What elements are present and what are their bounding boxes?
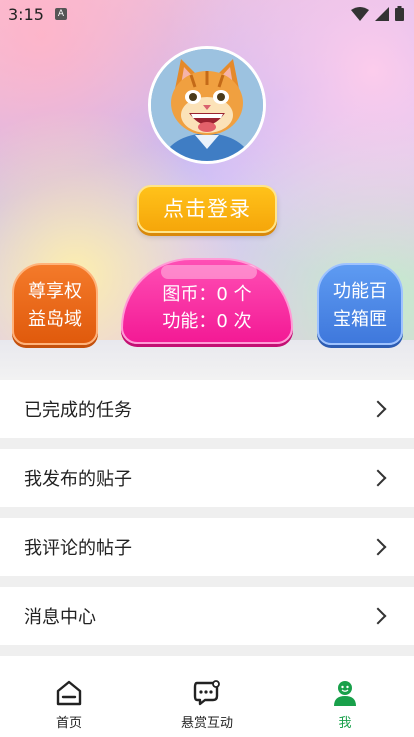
toolbox-line2: 宝箱匣 [333,309,387,330]
home-icon [56,680,82,706]
dome-highlight [161,265,257,279]
chevron-right-icon [369,607,387,625]
toolbox-line1: 功能百 [333,281,387,302]
menu-item-messages[interactable]: 消息中心 [0,587,414,645]
tab-home-label: 首页 [55,716,82,731]
user-icon [334,681,356,706]
login-button[interactable]: 点击登录 [137,185,277,233]
privilege-island-button[interactable]: 尊享权 益岛域 [12,263,98,345]
toolbox-button[interactable]: 功能百 宝箱匣 [317,263,403,345]
tab-reward-label: 悬赏互动 [180,716,233,731]
menu-item-my-comments[interactable]: 我评论的帖子 [0,518,414,576]
wifi-icon [351,6,369,21]
status-time: 3:15 [8,5,44,24]
tab-home[interactable]: 首页 [19,680,119,731]
chevron-right-icon [369,469,387,487]
bottom-tab-bar: 首页 悬赏互动 我 [0,672,414,737]
signal-icon [375,6,389,21]
tab-me[interactable]: 我 [295,680,395,731]
menu-item-completed-tasks[interactable]: 已完成的任务 [0,380,414,438]
notification-icon: A [55,8,67,20]
status-bar: 3:15 A [0,0,414,30]
function-balance: 功能：0 次 [162,311,252,332]
battery-icon [395,6,404,21]
tab-me-label: 我 [338,716,352,731]
avatar[interactable] [148,46,266,164]
chevron-right-icon [369,538,387,556]
menu-item-label: 已完成的任务 [24,400,132,421]
privilege-line2: 益岛域 [28,309,82,330]
menu-item-my-posts[interactable]: 我发布的贴子 [0,449,414,507]
menu-item-label: 消息中心 [24,607,96,628]
coin-balance: 图币：0 个 [162,284,252,305]
privilege-line1: 尊享权 [28,281,82,302]
menu-item-label: 我发布的贴子 [24,469,132,490]
tab-reward[interactable]: 悬赏互动 [157,680,257,731]
cat-avatar-icon [151,49,263,161]
menu-item-label: 我评论的帖子 [24,538,132,559]
chevron-right-icon [369,400,387,418]
header-fade [0,340,414,380]
status-icons [351,6,404,21]
chat-icon [193,680,220,706]
